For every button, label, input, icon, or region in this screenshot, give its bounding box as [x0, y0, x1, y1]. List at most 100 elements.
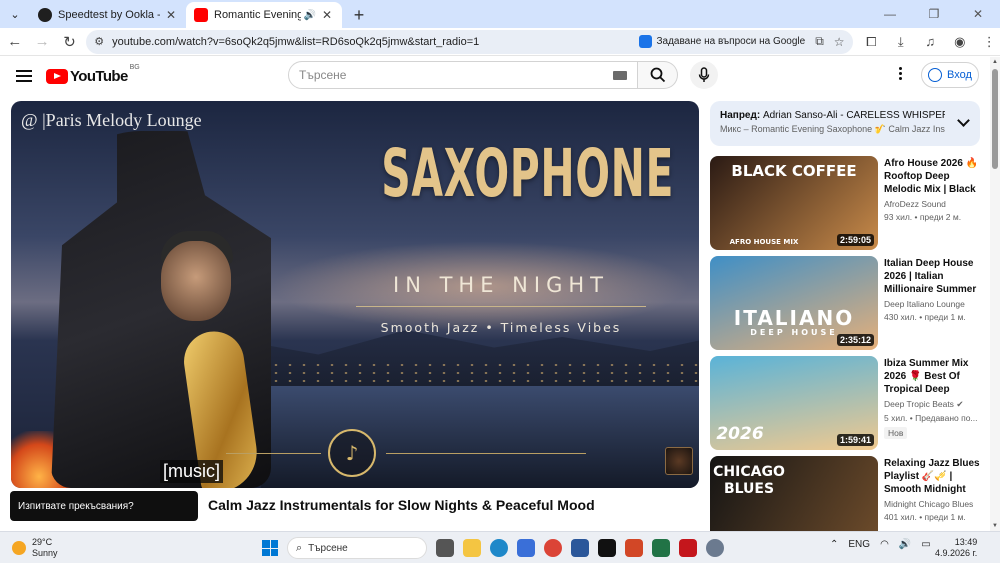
google-lens-icon	[639, 35, 653, 48]
thumbnail-subtext: AFRO HOUSE MIX	[729, 238, 799, 246]
tab-youtube[interactable]: Romantic Evening Saxophone 🔊 ✕	[186, 2, 342, 28]
tab-search-button[interactable]: ⌄	[4, 3, 26, 25]
clock-time: 13:49	[954, 537, 978, 547]
browser-menu-icon[interactable]: ⋮	[979, 31, 1000, 53]
scrollbar-thumb[interactable]	[992, 69, 998, 169]
acrobat-icon[interactable]	[679, 539, 697, 557]
address-bar[interactable]: ⚙ youtube.com/watch?v=6soQk2q5jmw&list=R…	[86, 29, 853, 54]
site-info-icon[interactable]: ⚙	[94, 35, 104, 48]
recommendation-meta: Afro House 2026 🔥 Rooftop Deep Melodic M…	[884, 157, 980, 222]
edge-icon[interactable]	[490, 539, 508, 557]
thumbnail-text: 2026	[716, 424, 764, 444]
voice-search-button[interactable]	[690, 61, 718, 89]
speaker-icon[interactable]: 🔊	[304, 10, 316, 21]
clock-date: 4.9.2026 г.	[935, 548, 978, 558]
powerpoint-icon[interactable]	[625, 539, 643, 557]
sign-in-label: Вход	[947, 69, 972, 81]
word-icon[interactable]	[571, 539, 589, 557]
youtube-header: YouTube BG Търсене Вход	[0, 57, 990, 95]
back-button[interactable]: ←	[2, 29, 27, 55]
saxophonist-head	[161, 241, 231, 321]
chrome-icon[interactable]	[544, 539, 562, 557]
microphone-icon	[698, 67, 710, 82]
url-text[interactable]: youtube.com/watch?v=6soQk2q5jmw&list=RD6…	[112, 36, 639, 48]
recommendation-item[interactable]: BLACK COFFEE AFRO HOUSE MIX 2:59:05 Afro…	[710, 156, 980, 252]
forward-button[interactable]: →	[29, 29, 54, 55]
language-indicator[interactable]: ENG	[848, 539, 870, 550]
scroll-up-icon[interactable]: ▲	[992, 59, 998, 65]
recommendation-title[interactable]: Relaxing Jazz Blues Playlist 🎸🎺 | Smooth…	[884, 457, 980, 496]
scroll-down-icon[interactable]: ▼	[992, 523, 998, 529]
recommendation-stats: 401 хил. • преди 1 м.	[884, 512, 966, 522]
search-button[interactable]	[638, 61, 678, 89]
battery-icon[interactable]: ▭	[921, 539, 930, 550]
tab-title: Speedtest by Ookla - The Global	[58, 9, 160, 21]
sign-in-button[interactable]: Вход	[921, 62, 979, 88]
recommendation-channel[interactable]: AfroDezz Sound	[884, 199, 980, 209]
wifi-icon[interactable]: ◠	[880, 539, 889, 550]
task-view-icon[interactable]	[436, 539, 454, 557]
restore-icon[interactable]: ❐	[912, 0, 956, 28]
bookmark-star-icon[interactable]: ☆	[834, 35, 845, 49]
video-player[interactable]: @ |Paris Melody Lounge SAXOPHONE IN THE …	[11, 101, 699, 488]
divider	[356, 306, 646, 307]
recommendation-title[interactable]: Italian Deep House 2026 | Italian Millio…	[884, 257, 980, 296]
excel-icon[interactable]	[652, 539, 670, 557]
media-controls-icon[interactable]: ♫	[920, 31, 942, 53]
up-next-line: Напред: Adrian Sanso-Ali - CARELESS WHIS…	[720, 110, 945, 121]
settings-more-icon[interactable]	[896, 67, 904, 80]
capcut-icon[interactable]	[598, 539, 616, 557]
channel-watermark: @ |Paris Melody Lounge	[21, 110, 202, 130]
close-icon[interactable]: ✕	[164, 8, 178, 22]
up-next-panel[interactable]: Напред: Adrian Sanso-Ali - CARELESS WHIS…	[710, 101, 980, 146]
taskbar-search[interactable]: ⌕ Търсене	[287, 537, 427, 559]
buffering-toast[interactable]: Изпитвате прекъсвания?	[10, 491, 198, 521]
menu-icon[interactable]	[16, 70, 32, 82]
recommendation-channel[interactable]: Midnight Chicago Blues	[884, 499, 980, 509]
file-explorer-icon[interactable]	[463, 539, 481, 557]
downloads-icon[interactable]: ⤓	[890, 31, 912, 53]
youtube-logo[interactable]: YouTube BG	[46, 64, 140, 85]
close-icon[interactable]: ✕	[320, 8, 334, 22]
recommendation-title[interactable]: Afro House 2026 🔥 Rooftop Deep Melodic M…	[884, 157, 980, 196]
close-window-icon[interactable]: ✕	[956, 0, 1000, 28]
tab-title: Romantic Evening Saxophone	[214, 9, 301, 21]
clock[interactable]: 13:49 4.9.2026 г.	[935, 537, 977, 559]
new-tab-button[interactable]: +	[346, 2, 372, 28]
tab-speedtest[interactable]: Speedtest by Ookla - The Global ✕	[30, 2, 186, 28]
keyboard-icon[interactable]	[613, 70, 627, 80]
store-icon[interactable]	[517, 539, 535, 557]
minimize-icon[interactable]: —	[868, 0, 912, 28]
reload-button[interactable]: ↻	[57, 29, 82, 55]
volume-icon[interactable]: 🔊	[899, 539, 911, 550]
chevron-down-icon[interactable]	[957, 114, 970, 127]
settings-gear-icon[interactable]	[706, 539, 724, 557]
recommendation-item[interactable]: 2026 1:59:41 Ibiza Summer Mix 2026 🌹 Bes…	[710, 356, 980, 452]
speedtest-favicon-icon	[38, 8, 52, 22]
channel-branding-watermark[interactable]	[665, 447, 693, 475]
install-app-icon[interactable]: ⧉	[815, 34, 824, 49]
video-thumbnail[interactable]: BLACK COFFEE AFRO HOUSE MIX 2:59:05	[710, 156, 878, 250]
page-scrollbar[interactable]: ▲ ▼	[990, 57, 1000, 531]
recommendation-title[interactable]: Ibiza Summer Mix 2026 🌹 Best Of Tropical…	[884, 357, 980, 396]
windows-start-icon[interactable]	[262, 540, 278, 556]
extensions-icon[interactable]: ⧠	[861, 31, 883, 53]
taskbar-search-placeholder: Търсене	[308, 542, 348, 554]
video-thumbnail[interactable]: CHICAGO BLUES	[710, 456, 878, 531]
recommendation-channel[interactable]: Deep Italiano Lounge	[884, 299, 980, 309]
search-input[interactable]: Търсене	[288, 61, 638, 89]
weather-widget[interactable]: 29°C Sunny	[12, 537, 58, 559]
search-icon: ⌕	[296, 541, 303, 554]
chevron-up-icon[interactable]: ⌃	[830, 539, 838, 550]
up-next-prefix: Напред:	[720, 110, 761, 121]
video-thumbnail[interactable]: ITALIANO DEEP HOUSE 2:35:12	[710, 256, 878, 350]
thumbnail-text: CHICAGO BLUES	[713, 464, 785, 497]
recommendation-item[interactable]: ITALIANO DEEP HOUSE 2:35:12 Italian Deep…	[710, 256, 980, 352]
divider	[386, 453, 586, 454]
profile-icon[interactable]: ◉	[949, 31, 971, 53]
video-thumbnail[interactable]: 2026 1:59:41	[710, 356, 878, 450]
browser-toolbar: ← → ↻ ⚙ youtube.com/watch?v=6soQk2q5jmw&…	[0, 28, 1000, 56]
google-lens-button[interactable]: Задаване на въпроси на Google	[639, 35, 805, 48]
channel-name: Deep Tropic Beats	[884, 399, 954, 409]
recommendation-channel[interactable]: Deep Tropic Beats ✔	[884, 399, 980, 410]
